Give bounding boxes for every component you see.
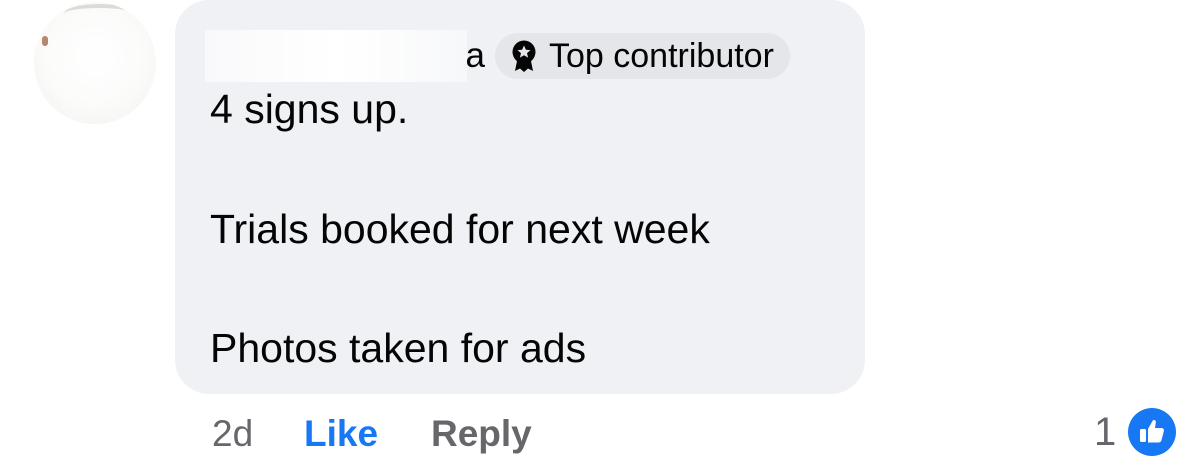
commenter-avatar[interactable] bbox=[34, 2, 156, 124]
comment-text-line-2: Trials booked for next week bbox=[210, 206, 710, 252]
top-contributor-badge[interactable]: Top contributor bbox=[495, 33, 790, 79]
author-name-link[interactable]: a bbox=[205, 30, 487, 82]
thumbs-up-icon bbox=[1140, 420, 1164, 443]
comment-text-line-1: 4 signs up. bbox=[210, 86, 409, 132]
reaction-count[interactable]: 1 bbox=[1094, 406, 1116, 458]
avatar-arc-detail bbox=[64, 4, 134, 24]
comment-text-line-3: Photos taken for ads bbox=[210, 325, 587, 371]
author-name-redaction bbox=[205, 30, 467, 82]
thumbs-up-reaction-button[interactable] bbox=[1128, 408, 1176, 456]
reply-button[interactable]: Reply bbox=[431, 408, 532, 460]
badge-label: Top contributor bbox=[549, 36, 774, 75]
comment-timestamp[interactable]: 2d bbox=[212, 408, 253, 460]
like-button[interactable]: Like bbox=[304, 408, 378, 460]
avatar-mark-detail bbox=[42, 36, 48, 46]
award-medal-icon bbox=[512, 40, 536, 72]
author-name-visible: a bbox=[465, 36, 485, 75]
comment-author-row: a Top contributor bbox=[205, 30, 790, 82]
